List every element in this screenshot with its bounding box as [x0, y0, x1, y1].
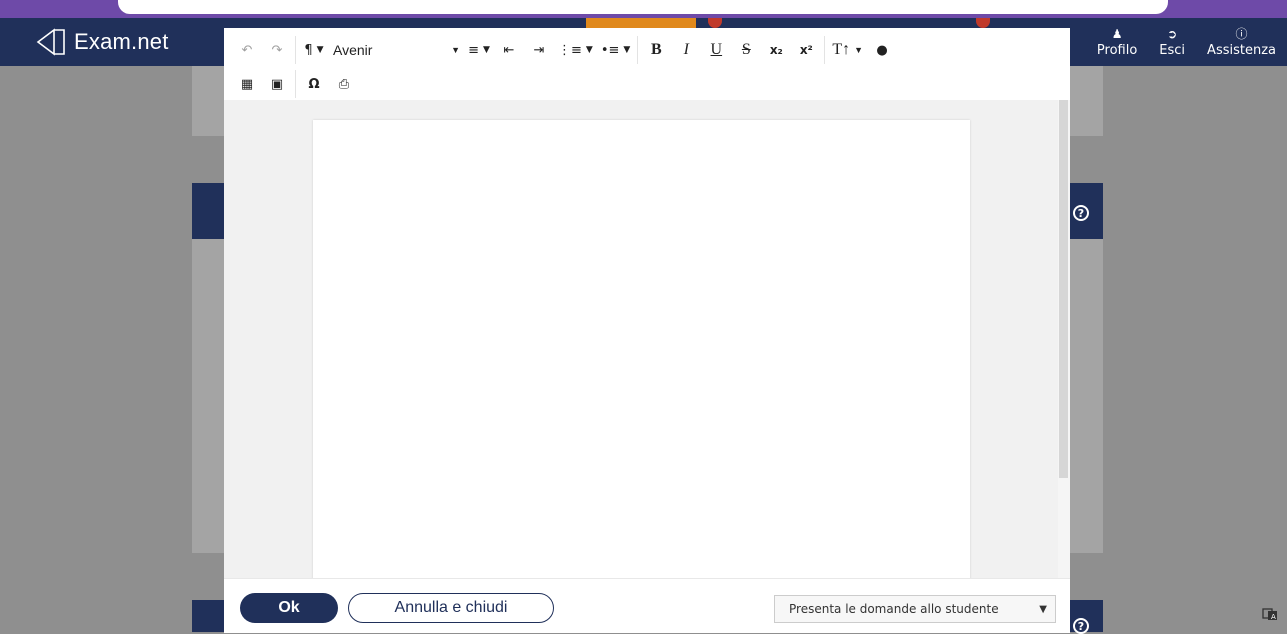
- top-pill: [118, 0, 1168, 14]
- presentation-mode-select[interactable]: Presenta le domande allo studente ▼: [774, 595, 1056, 623]
- align-left-icon: ≡: [468, 42, 479, 58]
- chevron-down-icon: ▼: [316, 45, 324, 55]
- redo-icon[interactable]: ↷: [264, 36, 290, 64]
- svg-text:A: A: [1271, 613, 1276, 621]
- toolbar-separator: [637, 36, 639, 64]
- editor-toolbar: ↶ ↷ ¶ ▼ Avenir ▼ ≡ ▼ ⇤ ⇥ ⋮≡ ▼ •≡ ▼ B I U S x…: [224, 28, 1070, 101]
- user-icon: ♟: [1111, 26, 1123, 41]
- chevron-down-icon: ▼: [585, 45, 593, 55]
- editor-modal: ↶ ↷ ¶ ▼ Avenir ▼ ≡ ▼ ⇤ ⇥ ⋮≡ ▼ •≡ ▼ B I U S x…: [224, 28, 1070, 633]
- indent-icon: ⇥: [533, 42, 545, 58]
- chevron-down-icon: ▼: [482, 45, 490, 55]
- paragraph-icon: ¶: [304, 42, 313, 58]
- insert-table-button[interactable]: ▦: [234, 70, 260, 98]
- strikethrough-button[interactable]: S: [733, 36, 759, 64]
- font-family-value: Avenir: [333, 42, 373, 58]
- italic-button[interactable]: I: [673, 36, 699, 64]
- chevron-down-icon: ▼: [623, 45, 631, 55]
- nav-help[interactable]: ⓘ Assistenza: [1196, 18, 1287, 66]
- chevron-down-icon: ▼: [451, 45, 460, 55]
- question-circle-icon: ⓘ: [1235, 26, 1248, 41]
- sign-out-icon: ➲: [1167, 26, 1178, 41]
- scrollbar-thumb[interactable]: [1059, 100, 1068, 478]
- brand-logo[interactable]: Exam.net: [34, 26, 169, 58]
- bold-icon: B: [650, 41, 662, 58]
- unordered-list-icon: •≡: [600, 42, 620, 58]
- nav-logout-label: Esci: [1159, 42, 1186, 58]
- ordered-list-icon: ⋮≡: [558, 42, 582, 58]
- subscript-icon: x₂: [769, 43, 783, 57]
- unordered-list-dropdown[interactable]: •≡ ▼: [599, 36, 632, 64]
- omega-icon: Ω: [308, 76, 320, 92]
- text-color-button[interactable]: ●: [869, 36, 895, 64]
- vertical-scrollbar[interactable]: [1058, 100, 1070, 578]
- nav-links: ♟ Profilo ➲ Esci ⓘ Assistenza: [1086, 18, 1287, 66]
- toolbar-row-1: ↶ ↷ ¶ ▼ Avenir ▼ ≡ ▼ ⇤ ⇥ ⋮≡ ▼ •≡ ▼ B I U S x…: [232, 32, 897, 68]
- editor-page[interactable]: [313, 120, 970, 578]
- text-size-icon: T↑: [832, 41, 851, 58]
- color-drop-icon: ●: [876, 42, 888, 58]
- undo-icon[interactable]: ↶: [234, 36, 260, 64]
- exam-net-logo-icon: [36, 28, 65, 56]
- brand-name: Exam.net: [74, 29, 169, 54]
- special-characters-button[interactable]: Ω: [301, 70, 327, 98]
- outdent-button[interactable]: ⇤: [496, 36, 522, 64]
- print-button[interactable]: ⎙: [331, 70, 357, 98]
- presentation-mode-value: Presenta le domande allo studente: [789, 602, 999, 616]
- insert-image-button[interactable]: ▣: [264, 70, 290, 98]
- nav-logout[interactable]: ➲ Esci: [1148, 18, 1196, 66]
- ok-button[interactable]: Ok: [240, 593, 338, 623]
- font-family-dropdown[interactable]: Avenir ▼: [329, 36, 464, 64]
- paragraph-format-dropdown[interactable]: ¶ ▼: [301, 36, 327, 64]
- top-accent-bar: [0, 0, 1287, 18]
- underline-button[interactable]: U: [703, 36, 729, 64]
- underline-icon: U: [710, 41, 723, 58]
- cancel-and-close-button[interactable]: Annulla e chiudi: [348, 593, 554, 623]
- strikethrough-icon: S: [741, 41, 751, 58]
- question-help-icon: ?: [1073, 205, 1089, 221]
- toolbar-separator: [295, 36, 296, 64]
- text-size-dropdown[interactable]: T↑ ▼: [830, 36, 865, 64]
- align-dropdown[interactable]: ≡ ▼: [466, 36, 492, 64]
- outdent-icon: ⇤: [503, 42, 515, 58]
- print-icon: ⎙: [338, 76, 350, 92]
- table-icon: ▦: [240, 76, 254, 92]
- orange-tab: [586, 18, 696, 28]
- indent-button[interactable]: ⇥: [526, 36, 552, 64]
- chevron-down-icon: ▼: [854, 45, 864, 55]
- nav-profile[interactable]: ♟ Profilo: [1086, 18, 1148, 66]
- superscript-icon: x²: [799, 43, 813, 57]
- toolbar-separator: [295, 70, 296, 98]
- superscript-button[interactable]: x²: [793, 36, 819, 64]
- toolbar-separator: [824, 36, 826, 64]
- chevron-down-icon: ▼: [1039, 603, 1047, 615]
- toolbar-row-2: ▦ ▣ Ω ⎙: [232, 66, 359, 102]
- ordered-list-dropdown[interactable]: ⋮≡ ▼: [556, 36, 595, 64]
- nav-help-label: Assistenza: [1207, 42, 1276, 58]
- bold-button[interactable]: B: [643, 36, 669, 64]
- editor-canvas[interactable]: [224, 100, 1058, 578]
- italic-icon: I: [683, 41, 689, 58]
- translate-icon[interactable]: A: [1262, 606, 1278, 622]
- nav-profile-label: Profilo: [1096, 42, 1138, 58]
- modal-footer: Ok Annulla e chiudi Presenta le domande …: [224, 578, 1070, 633]
- image-icon: ▣: [270, 76, 284, 92]
- subscript-button[interactable]: x₂: [763, 36, 789, 64]
